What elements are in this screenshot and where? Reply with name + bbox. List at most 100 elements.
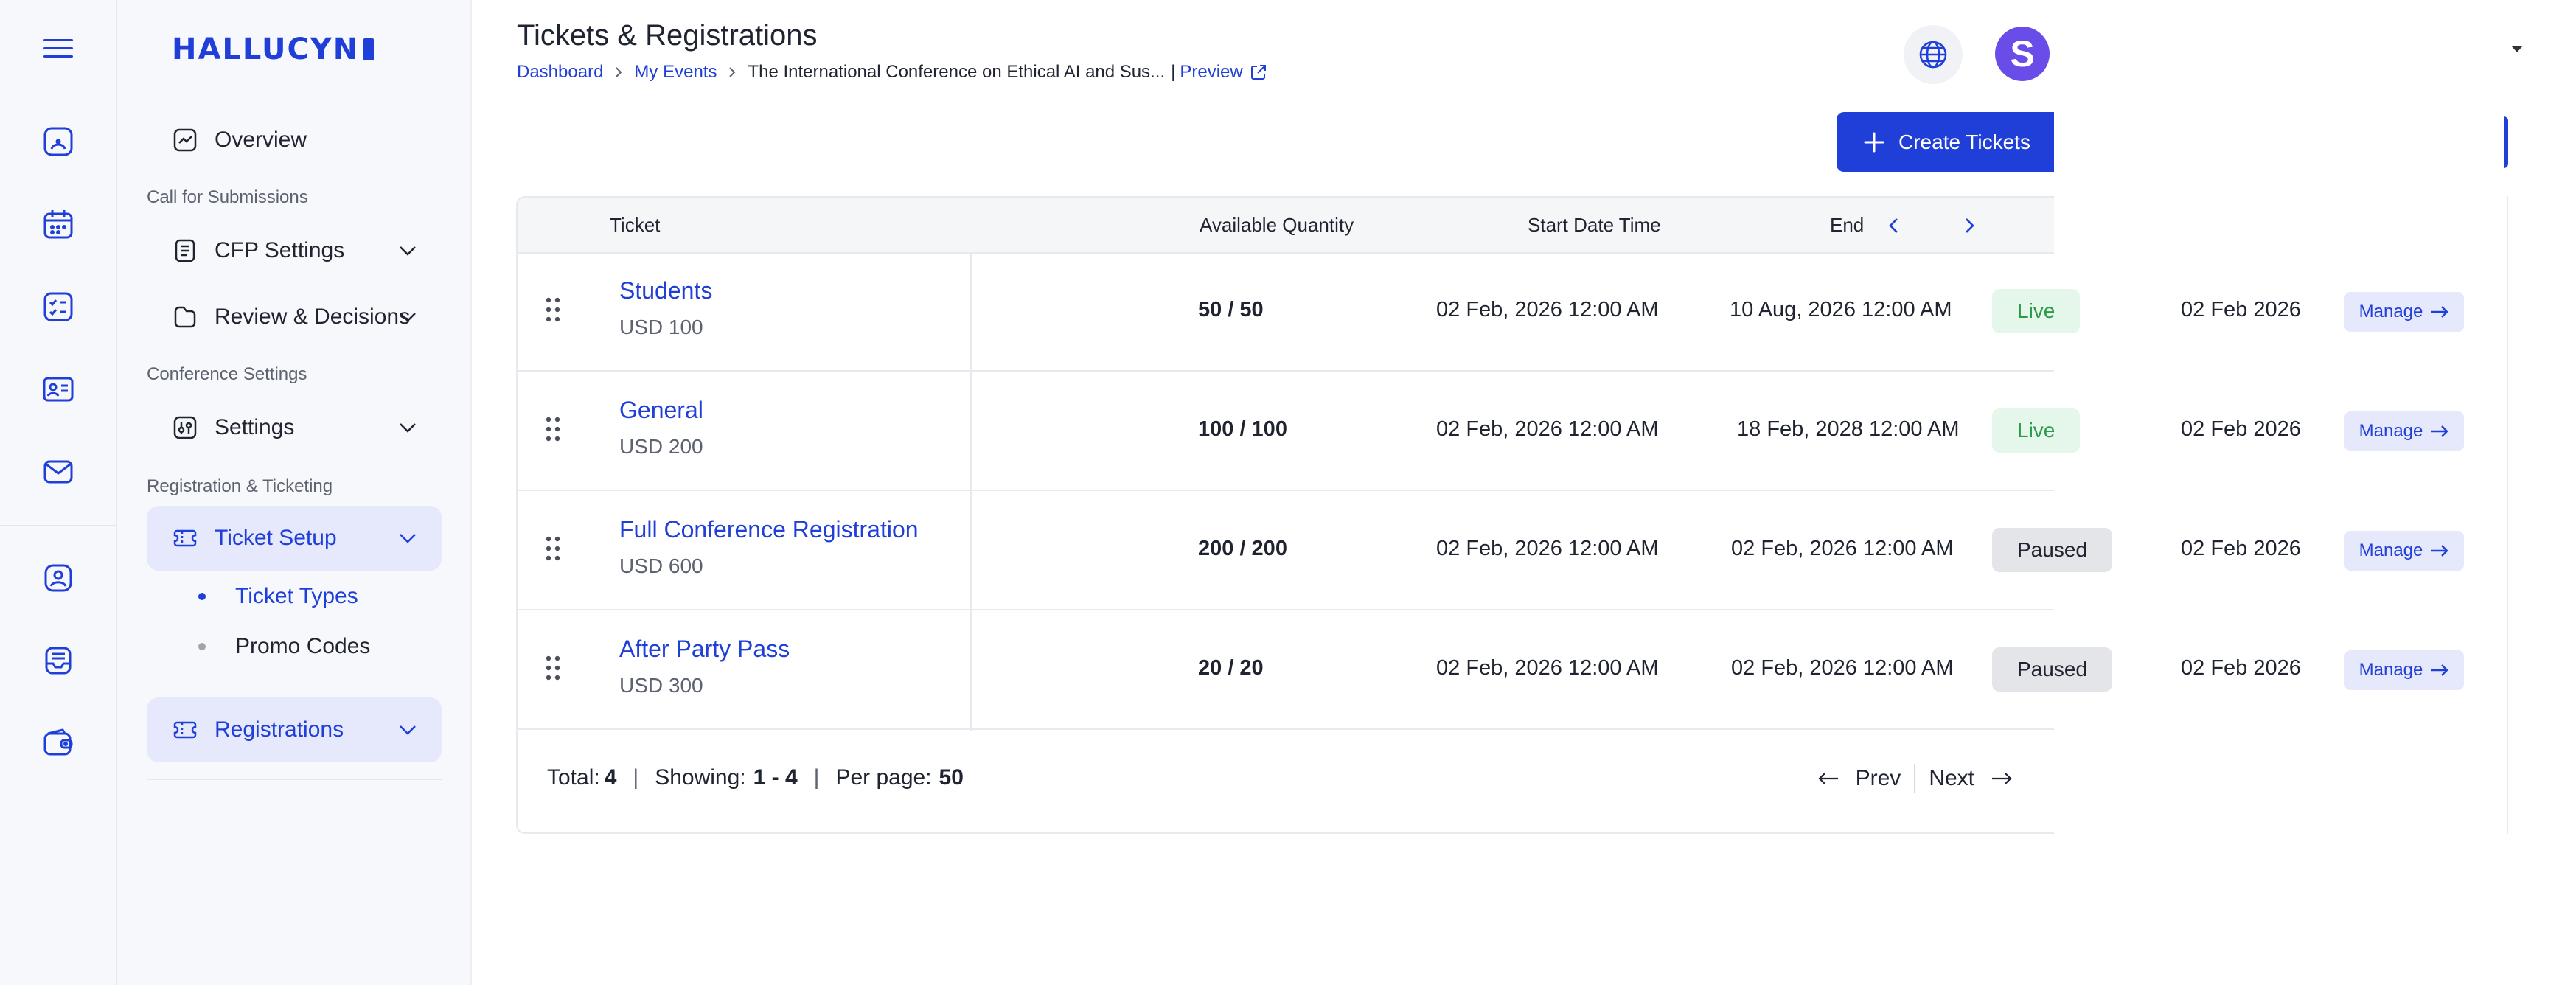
ticket-quantity: 20 / 20: [1198, 656, 1264, 680]
checklist-icon[interactable]: [35, 283, 82, 330]
ticket-start-datetime: 02 Feb, 2026 12:00 AM: [1436, 417, 1659, 441]
chevron-right-icon: [616, 67, 622, 77]
sidebar-item-cfp-settings[interactable]: CFP Settings: [147, 218, 442, 283]
chevron-down-icon: [400, 534, 416, 543]
contact-card-icon[interactable]: [35, 366, 82, 413]
manage-label: Manage: [2359, 540, 2423, 560]
user-badge-icon[interactable]: [35, 554, 82, 602]
manage-label: Manage: [2359, 302, 2423, 321]
scroll-right-button[interactable]: [1948, 205, 1989, 246]
sidebar-item-settings[interactable]: Settings: [147, 395, 442, 460]
manage-button[interactable]: Manage: [2344, 531, 2464, 571]
chevron-down-icon: [400, 246, 416, 256]
total-count: 4: [604, 765, 617, 790]
ticket-price: USD 200: [619, 435, 703, 458]
sidebar-item-registrations[interactable]: Registrations: [147, 697, 442, 762]
ticket-start-datetime: 02 Feb, 2026 12:00 AM: [1436, 537, 1659, 560]
drag-handle-icon[interactable]: [544, 655, 562, 681]
document-icon: [170, 236, 200, 265]
chevron-right-icon: [729, 67, 736, 77]
pagination: Prev Next: [1817, 764, 2013, 793]
offscreen-button-edge: [2504, 116, 2508, 168]
column-header-ticket: Ticket: [610, 214, 661, 236]
per-page-label: Per page:: [835, 765, 932, 790]
table-row[interactable]: Students USD 100 50 / 50 02 Feb, 2026 12…: [516, 252, 2464, 372]
chevron-left-icon: [1889, 218, 1898, 233]
column-header-quantity: Available Quantity: [1200, 214, 1354, 236]
prev-label: Prev: [1855, 766, 1901, 790]
ticket-name-link[interactable]: Students: [619, 277, 712, 304]
ticket-end-datetime: 18 Feb, 2028 12:00 AM: [1737, 417, 1960, 441]
pagination-divider: [1914, 764, 1916, 793]
ticket-name-link[interactable]: Full Conference Registration: [619, 516, 919, 543]
ticket-end-datetime: 02 Feb, 2026 12:00 AM: [1731, 656, 1954, 680]
external-link-icon: [1250, 65, 1266, 80]
dashboard-icon[interactable]: [35, 118, 82, 165]
sidebar-item-label: Registrations: [215, 717, 344, 742]
rail-divider: [0, 525, 117, 526]
showing-range: 1 - 4: [753, 765, 798, 790]
table-row[interactable]: Full Conference Registration USD 600 200…: [516, 491, 2464, 610]
ticket-name-link[interactable]: After Party Pass: [619, 636, 790, 663]
language-button[interactable]: [1904, 25, 1963, 84]
avatar[interactable]: S: [1995, 27, 2050, 81]
manage-label: Manage: [2359, 421, 2423, 441]
plus-icon: [1864, 132, 1884, 152]
sidebar-item-label: Ticket Setup: [215, 526, 337, 550]
arrow-right-icon: [2431, 664, 2449, 676]
sidebar-subitem-ticket-types[interactable]: Ticket Types: [198, 584, 358, 609]
per-page-value[interactable]: 50: [939, 765, 964, 790]
table-header: Ticket Available Quantity Start Date Tim…: [518, 198, 2054, 254]
ticket-created-date: 02 Feb 2026: [2181, 417, 2301, 441]
prev-button[interactable]: Prev: [1817, 766, 1901, 791]
ticket-price: USD 300: [619, 674, 703, 697]
globe-icon: [1919, 41, 1947, 69]
scroll-left-button[interactable]: [1874, 205, 1915, 246]
ticket-start-datetime: 02 Feb, 2026 12:00 AM: [1436, 298, 1659, 321]
wallet-icon[interactable]: [35, 720, 82, 767]
ticket-name-link[interactable]: General: [619, 397, 703, 424]
inbox-icon[interactable]: [35, 637, 82, 684]
mail-icon[interactable]: [35, 448, 82, 495]
table-row[interactable]: General USD 200 100 / 100 02 Feb, 2026 1…: [516, 372, 2464, 491]
drag-handle-icon[interactable]: [544, 296, 562, 323]
sidebar-item-overview[interactable]: Overview: [147, 108, 442, 173]
next-button[interactable]: Next: [1929, 766, 2013, 791]
arrow-right-icon: [2431, 306, 2449, 318]
ticket-quantity: 200 / 200: [1198, 537, 1287, 560]
table-row[interactable]: After Party Pass USD 300 20 / 20 02 Feb,…: [516, 610, 2464, 730]
menu-icon[interactable]: [35, 25, 82, 72]
create-tickets-button[interactable]: Create Tickets: [1837, 112, 2054, 172]
breadcrumb-separator: |: [1171, 62, 1176, 82]
sidebar-item-review[interactable]: Review & Decisions: [147, 285, 442, 349]
sidebar-item-ticket-setup[interactable]: Ticket Setup: [147, 506, 442, 571]
manage-button[interactable]: Manage: [2344, 292, 2464, 332]
status-badge: Live: [1992, 289, 2081, 333]
page-title: Tickets & Registrations: [517, 19, 818, 52]
ticket-quantity: 50 / 50: [1198, 298, 1264, 321]
footer-separator: |: [633, 765, 639, 790]
manage-button[interactable]: Manage: [2344, 650, 2464, 690]
column-header-start: Start Date Time: [1528, 214, 1661, 236]
calendar-icon[interactable]: [35, 201, 82, 248]
total-label: Total:: [547, 765, 600, 790]
sidebar-item-label: Overview: [215, 128, 307, 152]
breadcrumb-dashboard[interactable]: Dashboard: [517, 62, 603, 83]
sidebar-subitem-promo-codes[interactable]: Promo Codes: [198, 634, 370, 659]
next-label: Next: [1929, 766, 1974, 790]
table-footer-summary: Total: 4 | Showing: 1 - 4 | Per page: 50: [547, 765, 964, 790]
brand-logo[interactable]: HALLUCYN: [172, 32, 375, 66]
section-label-registration: Registration & Ticketing: [147, 476, 333, 496]
preview-label: Preview: [1180, 62, 1243, 82]
breadcrumb-my-events[interactable]: My Events: [634, 62, 717, 83]
drag-handle-icon[interactable]: [544, 416, 562, 442]
chevron-down-icon: [400, 313, 416, 322]
ticket-price: USD 100: [619, 316, 703, 338]
manage-label: Manage: [2359, 660, 2423, 680]
status-badge: Paused: [1992, 647, 2112, 692]
manage-button[interactable]: Manage: [2344, 411, 2464, 451]
drag-handle-icon[interactable]: [544, 535, 562, 562]
trend-chart-icon: [170, 125, 200, 155]
preview-link[interactable]: Preview: [1180, 62, 1267, 83]
caret-down-icon[interactable]: [2511, 46, 2523, 52]
